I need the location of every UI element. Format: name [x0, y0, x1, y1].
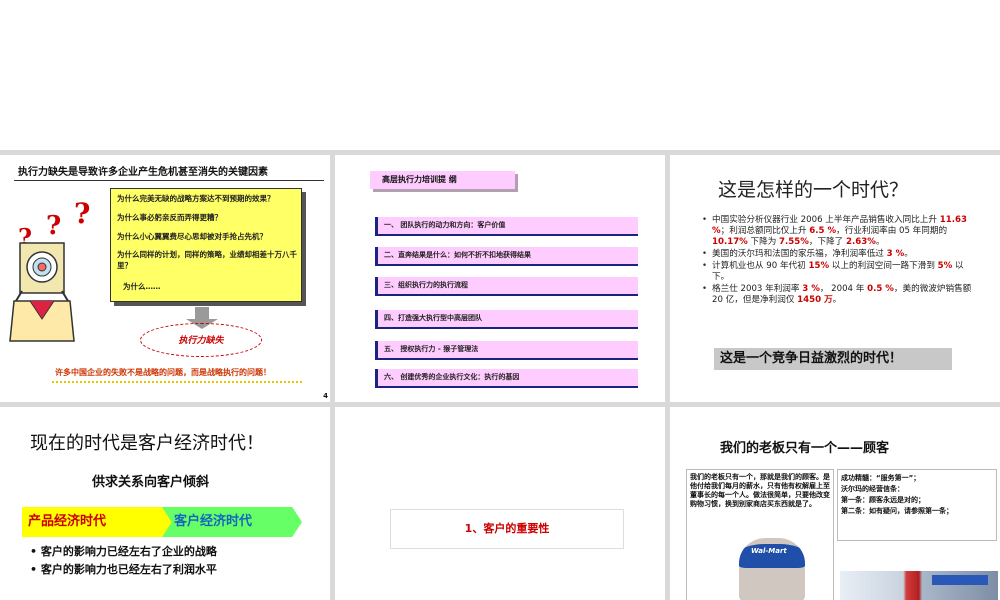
- oval-label: 执行力缺失: [178, 336, 224, 346]
- slide6-title: 我们的老板只有一个——顾客: [720, 441, 890, 456]
- creed-panel: 成功精髓：“服务第一”； 沃尔玛的经营信条： 第一条：顾客永远是对的； 第二条：…: [837, 469, 997, 541]
- creed-line: 第二条：如有疑问，请参照第一条；: [841, 507, 953, 515]
- questions-note: 为什么完美无缺的战略方案达不到预期的效果？ 为什么事必躬亲反而弄得更糟？ 为什么…: [110, 188, 302, 302]
- outline-item: 六、 创建优秀的企业执行文化：执行的基因: [375, 369, 638, 388]
- slide-thumbnail-2[interactable]: 高层执行力培训提 纲 一、 团队执行的动力和方向：客户价值 二、直奔结果是什么：…: [335, 155, 665, 402]
- slide-thumbnail-3[interactable]: 这是怎样的一个时代？ 中国实验分析仪器行业 2006 上半年产品销售收入同比上升…: [670, 155, 1000, 402]
- outline-header: 高层执行力培训提 纲: [370, 171, 515, 189]
- creed-line: 成功精髓：“服务第一”；: [841, 474, 921, 482]
- question-text: 为什么完美无缺的战略方案达不到预期的效果？: [117, 194, 275, 203]
- quote-text: 我们的老板只有一个，那就是我们的顾客。是他付给我们每月的薪水，只有他有权解雇上至…: [690, 473, 830, 508]
- section-heading: 1、客户的重要性: [390, 509, 624, 549]
- slide1-footer: 许多中国企业的失败不是战略的问题，而是战略执行的问题！: [55, 368, 271, 377]
- bullet-item: 中国实验分析仪器行业 2006 上半年产品销售收入同比上升 11.63 %；利润…: [702, 215, 972, 248]
- title-divider: [14, 180, 324, 181]
- bullet-item: 格兰仕 2003 年利润率 3 %， 2004 年 0.5 %，美的微波炉销售额…: [702, 284, 972, 306]
- slide-thumbnail-6[interactable]: 我们的老板只有一个——顾客 我们的老板只有一个，那就是我们的顾客。是他付给我们每…: [670, 407, 1000, 600]
- slide4-subtitle: 供求关系向客户倾斜: [92, 475, 210, 490]
- question-mark-icon: ?: [46, 211, 62, 241]
- outline-item: 五、 授权执行力 - 猴子管理法: [375, 341, 638, 360]
- bullet-item: 客户的影响力已经左右了企业的战略: [30, 543, 217, 561]
- slide-thumbnail-4[interactable]: 现在的时代是客户经济时代！ 供求关系向客户倾斜 产品经济时代 客户经济时代 客户…: [0, 407, 330, 600]
- bullet-list: 客户的影响力已经左右了企业的战略 客户的影响力也已经左右了利润水平: [30, 543, 217, 579]
- outline-item: 二、直奔结果是什么：如何不折不扣地获得结果: [375, 247, 638, 266]
- stage-product-economy: 产品经济时代: [22, 507, 172, 537]
- dotted-divider: [52, 381, 302, 383]
- question-text: 为什么同样的计划，同样的策略，业绩却相差十万八千里？: [117, 250, 297, 270]
- bullet-list: 中国实验分析仪器行业 2006 上半年产品销售收入同比上升 11.63 %；利润…: [702, 215, 972, 307]
- bullet-item: 计算机业也从 90 年代初 15% 以上的利润空间一路下滑到 5% 以下。: [702, 261, 972, 283]
- stage-customer-economy: 客户经济时代: [162, 507, 302, 537]
- slide4-title: 现在的时代是客户经济时代！: [30, 433, 264, 454]
- slide-thumbnail-1[interactable]: 执行力缺失是导致许多企业产生危机甚至消失的关键因素 ? ? ? 为什么完美无缺的…: [0, 155, 330, 402]
- bullet-item: 美国的沃尔玛和法国的家乐福，净利润率低过 3 %。: [702, 249, 972, 260]
- execution-gap-oval: 执行力缺失: [140, 323, 262, 357]
- quote-panel: 我们的老板只有一个，那就是我们的顾客。是他付给我们每月的薪水，只有他有权解雇上至…: [686, 469, 834, 600]
- down-arrow-icon: [195, 307, 209, 319]
- outline-item: 一、 团队执行的动力和方向：客户价值: [375, 217, 638, 236]
- question-text: 为什么小心翼翼费尽心思却被对手抢占先机？: [117, 232, 267, 241]
- slide-thumbnail-5[interactable]: 1、客户的重要性: [335, 407, 665, 600]
- person-holding-target-icon: [9, 242, 75, 342]
- bullet-item: 客户的影响力也已经左右了利润水平: [30, 561, 217, 579]
- store-photo: [840, 571, 998, 600]
- question-text: 为什么事必躬亲反而弄得更糟？: [117, 213, 222, 222]
- outline-item: 三、组织执行力的执行流程: [375, 277, 638, 296]
- creed-line: 沃尔玛的经营信条：: [841, 485, 904, 493]
- question-mark-icon: ?: [74, 197, 91, 230]
- question-text: 为什么……: [123, 282, 161, 291]
- founder-portrait: Wal-Mart: [739, 538, 805, 600]
- conclusion-banner: 这是一个竞争日益激烈的时代！: [714, 348, 952, 370]
- outline-item: 四、打造强大执行型中高层团队: [375, 310, 638, 329]
- slide1-title: 执行力缺失是导致许多企业产生危机甚至消失的关键因素: [18, 167, 268, 178]
- cap-logo-text: Wal-Mart: [751, 547, 787, 555]
- slide3-title: 这是怎样的一个时代？: [718, 179, 909, 201]
- store-sign: [932, 575, 988, 585]
- page-number: 4: [323, 392, 328, 400]
- creed-line: 第一条：顾客永远是对的；: [841, 496, 925, 504]
